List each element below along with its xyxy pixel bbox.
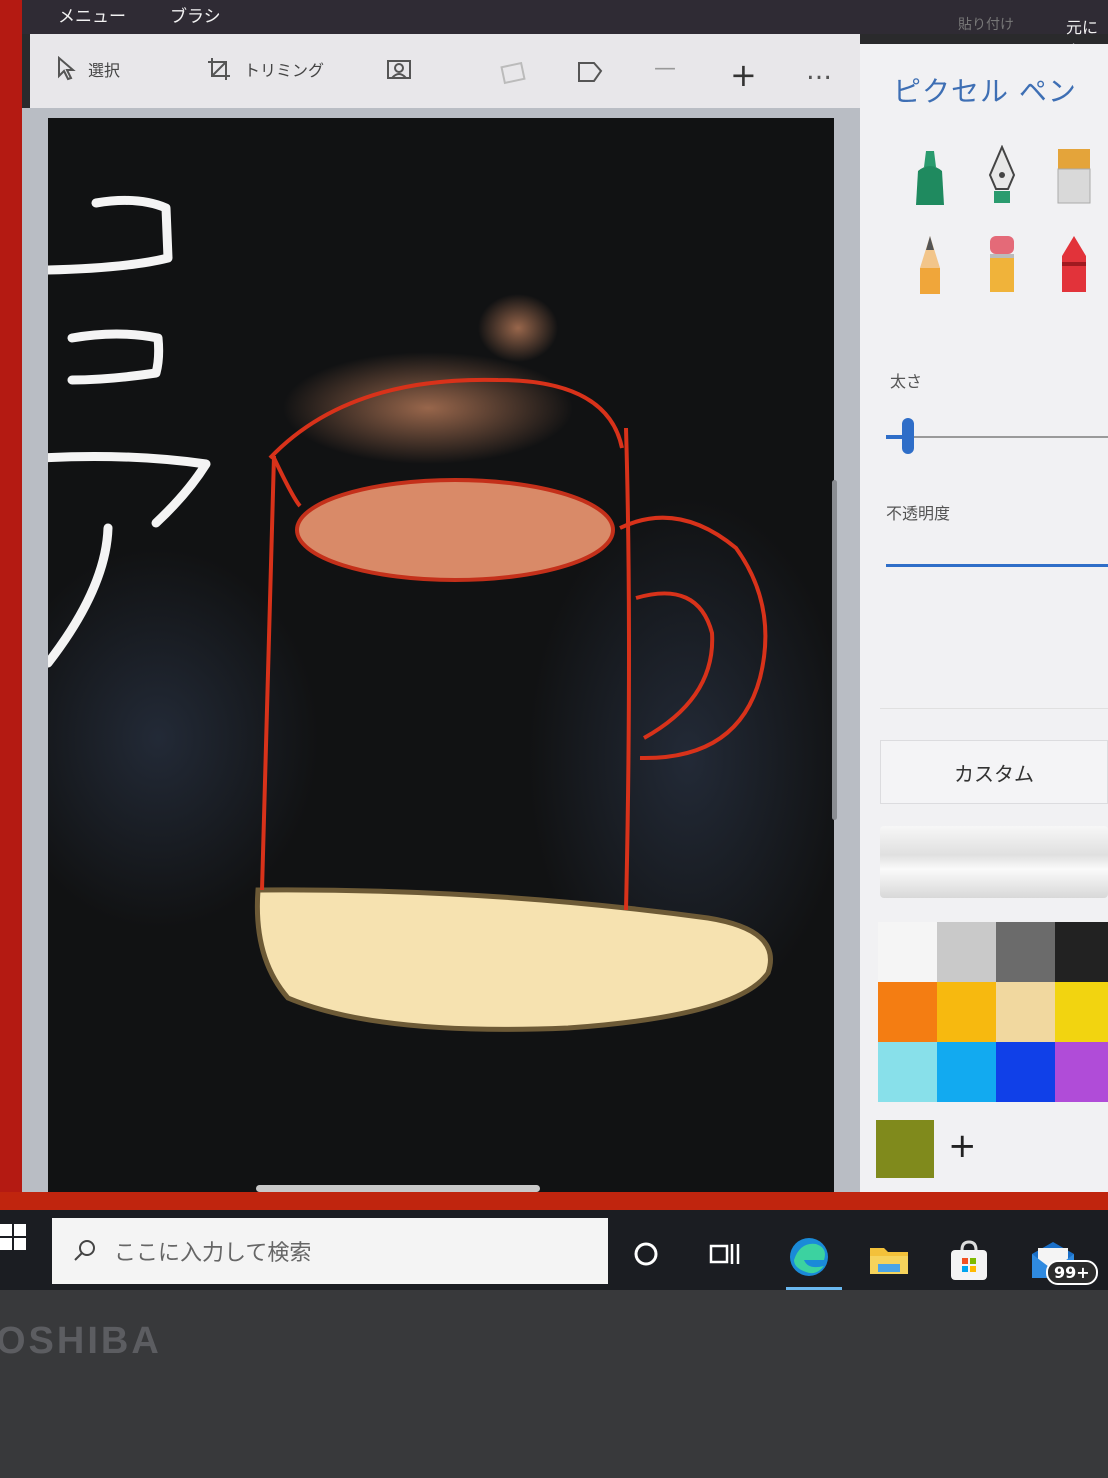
crayon-button[interactable] bbox=[1052, 232, 1096, 302]
oil-brush-button[interactable] bbox=[1052, 145, 1096, 215]
search-icon bbox=[74, 1240, 95, 1261]
file-explorer-button[interactable] bbox=[868, 1242, 910, 1278]
menu-button[interactable]: メニュー bbox=[58, 2, 126, 27]
select-tool-button[interactable]: 選択 bbox=[56, 56, 120, 82]
opacity-slider[interactable] bbox=[886, 564, 1108, 567]
folder-icon bbox=[870, 1248, 908, 1274]
opacity-label: 不透明度 bbox=[886, 504, 951, 523]
canvas-toolbar: 選択 トリミング — + … bbox=[30, 34, 860, 108]
steam bbox=[283, 352, 573, 464]
canvas-horizontal-scrollbar[interactable] bbox=[256, 1185, 540, 1192]
cortana-circle-icon bbox=[634, 1242, 658, 1266]
custom-color-label: カスタム bbox=[954, 761, 1034, 786]
taskbar-search-box[interactable]: ここに入力して検索 bbox=[52, 1218, 608, 1284]
custom-color-button[interactable]: カスタム bbox=[880, 740, 1108, 804]
panel-divider bbox=[880, 708, 1108, 709]
eraser-icon bbox=[990, 236, 1014, 292]
microsoft-store-button[interactable] bbox=[948, 1240, 990, 1282]
more-options-button[interactable]: … bbox=[806, 56, 832, 86]
thickness-slider-thumb[interactable] bbox=[902, 418, 914, 454]
windows-icon bbox=[0, 1224, 26, 1250]
palette-swatch[interactable] bbox=[878, 982, 937, 1042]
zoom-out-button[interactable]: — bbox=[654, 56, 676, 81]
crop-tool-label: トリミング bbox=[244, 61, 325, 80]
crayon-icon bbox=[1062, 236, 1086, 292]
panel-title: ピクセル ペン bbox=[893, 75, 1077, 108]
start-button[interactable] bbox=[0, 1222, 30, 1252]
palette-swatch[interactable] bbox=[1055, 1042, 1108, 1102]
select-tool-label: 選択 bbox=[88, 61, 121, 80]
color-gradient-preview[interactable] bbox=[880, 826, 1108, 898]
mail-notification-badge: 99+ bbox=[1046, 1260, 1098, 1285]
task-view-icon bbox=[709, 1244, 740, 1264]
store-bag-icon bbox=[951, 1240, 987, 1280]
calligraphy-pen-icon bbox=[988, 144, 1016, 203]
mail-button[interactable]: 99+ bbox=[1030, 1240, 1098, 1286]
sticker-button[interactable] bbox=[500, 62, 528, 86]
cup-rim bbox=[272, 457, 302, 508]
marker-brush-button[interactable] bbox=[908, 145, 952, 215]
palette-swatch[interactable] bbox=[878, 922, 937, 982]
oil-brush-icon bbox=[1057, 149, 1091, 204]
crop-tool-button[interactable]: トリミング bbox=[206, 56, 324, 82]
monitor-bezel bbox=[0, 1290, 1108, 1478]
flag-button[interactable] bbox=[576, 60, 604, 84]
task-view-button[interactable] bbox=[708, 1240, 742, 1268]
add-color-button[interactable]: + bbox=[948, 1126, 980, 1166]
steam-top bbox=[478, 294, 558, 362]
selected-color-swatch[interactable] bbox=[876, 1120, 934, 1178]
palette-swatch[interactable] bbox=[996, 1042, 1055, 1102]
palette-swatch[interactable] bbox=[1055, 982, 1108, 1042]
window-edge bbox=[0, 0, 22, 1200]
monitor-brand-logo: OSHIBA bbox=[0, 1320, 162, 1362]
sticker-icon bbox=[500, 62, 526, 85]
crop-icon bbox=[208, 58, 230, 80]
cocoa-surface bbox=[295, 478, 615, 582]
magic-select-button[interactable] bbox=[386, 58, 414, 84]
thickness-slider-track[interactable] bbox=[886, 436, 1108, 438]
palette-swatch[interactable] bbox=[878, 1042, 937, 1102]
palette-swatch[interactable] bbox=[937, 982, 996, 1042]
canvas-vertical-scrollbar[interactable] bbox=[832, 480, 837, 820]
drawing-canvas[interactable] bbox=[0, 118, 848, 1196]
cortana-button[interactable] bbox=[632, 1240, 660, 1268]
brushes-menu-button[interactable]: ブラシ bbox=[170, 2, 221, 27]
palette-swatch[interactable] bbox=[937, 922, 996, 982]
title-menu-bar: メニュー ブラシ 貼り付け 元に戻 bbox=[0, 0, 1108, 61]
flag-icon bbox=[578, 62, 603, 82]
palette-swatch[interactable] bbox=[937, 1042, 996, 1102]
pencil-brush-button[interactable] bbox=[908, 232, 952, 302]
palette-swatch[interactable] bbox=[996, 922, 1055, 982]
calligraphy-pen-button[interactable] bbox=[980, 144, 1024, 215]
edge-icon bbox=[786, 1238, 832, 1293]
pencil-icon bbox=[920, 236, 940, 294]
palette-swatch[interactable] bbox=[996, 982, 1055, 1042]
magic-select-icon bbox=[387, 60, 411, 79]
thickness-label: 太さ bbox=[890, 372, 923, 391]
zoom-in-button[interactable]: + bbox=[730, 56, 757, 94]
edge-browser-button[interactable] bbox=[786, 1234, 832, 1293]
marker-icon bbox=[916, 151, 944, 205]
cursor-icon bbox=[58, 56, 76, 81]
search-placeholder: ここに入力して検索 bbox=[114, 1241, 312, 1266]
palette-swatch[interactable] bbox=[1055, 922, 1108, 982]
paste-button[interactable]: 貼り付け bbox=[958, 14, 1014, 34]
eraser-button[interactable] bbox=[980, 232, 1024, 302]
drawing-artwork bbox=[0, 195, 848, 1032]
